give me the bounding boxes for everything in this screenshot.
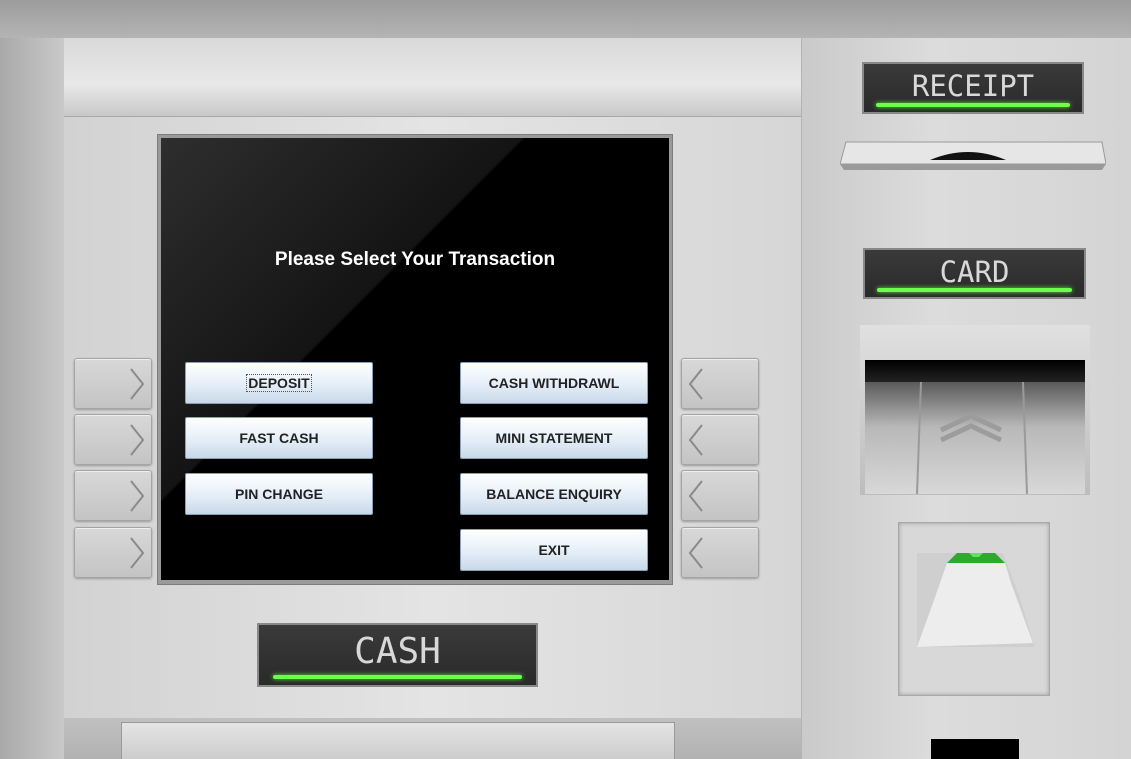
right-side-key-3[interactable] [681,470,759,521]
left-side-key-4[interactable] [74,527,152,578]
chevron-left-icon [688,424,703,456]
pin-change-button[interactable]: PIN CHANGE [185,473,373,515]
chevron-left-icon [688,368,703,400]
cash-label-panel: CASH [257,623,538,687]
cash-withdrawl-button-label: CASH WITHDRAWL [488,375,620,391]
right-side-key-1[interactable] [681,358,759,409]
mini-statement-button[interactable]: MINI STATEMENT [460,417,648,459]
fast-cash-button-label: FAST CASH [239,430,319,446]
mini-statement-button-label: MINI STATEMENT [495,430,613,446]
card-label-panel: CARD [863,248,1086,299]
card-indicator-light [877,288,1072,292]
left-side-key-2[interactable] [74,414,152,465]
right-side-key-2[interactable] [681,414,759,465]
receipt-label: RECEIPT [911,69,1035,103]
card-label: CARD [939,255,1010,289]
cash-label: CASH [354,631,441,672]
card-insert-indicator [898,522,1050,696]
atm-top-band [0,0,1131,38]
screen-title: Please Select Your Transaction [274,249,556,270]
chevron-right-icon [130,368,145,400]
receipt-label-panel: RECEIPT [862,62,1084,114]
receipt-slot [840,141,1106,170]
cash-indicator-light [273,675,522,679]
exit-button-label: EXIT [538,542,570,558]
chevron-right-icon [130,424,145,456]
cash-withdrawl-button[interactable]: CASH WITHDRAWL [460,362,648,404]
left-side-key-3[interactable] [74,470,152,521]
card-insert-icon [917,553,1035,647]
deposit-button[interactable]: DEPOSIT [185,362,373,404]
atm-left-edge [0,38,64,759]
chevron-right-icon [130,480,145,512]
balance-enquiry-button[interactable]: BALANCE ENQUIRY [460,473,648,515]
receipt-indicator-light [876,103,1070,107]
exit-button[interactable]: EXIT [460,529,648,571]
balance-enquiry-button-label: BALANCE ENQUIRY [486,486,622,502]
card-reader-throat[interactable] [865,382,1085,494]
atm-hood [64,38,801,117]
right-side-key-4[interactable] [681,527,759,578]
chevron-right-icon [130,537,145,569]
pin-change-button-label: PIN CHANGE [235,486,323,502]
chevron-up-icon [916,382,1028,494]
chevron-left-icon [688,537,703,569]
fast-cash-button[interactable]: FAST CASH [185,417,373,459]
atm-screen: Please Select Your Transaction DEPOSIT F… [161,138,669,580]
cash-dispenser-slot [121,722,675,759]
chevron-left-icon [688,480,703,512]
bottom-slot-opening [931,739,1019,759]
deposit-button-label: DEPOSIT [246,374,312,392]
left-side-key-1[interactable] [74,358,152,409]
card-reader-opening [865,360,1085,382]
